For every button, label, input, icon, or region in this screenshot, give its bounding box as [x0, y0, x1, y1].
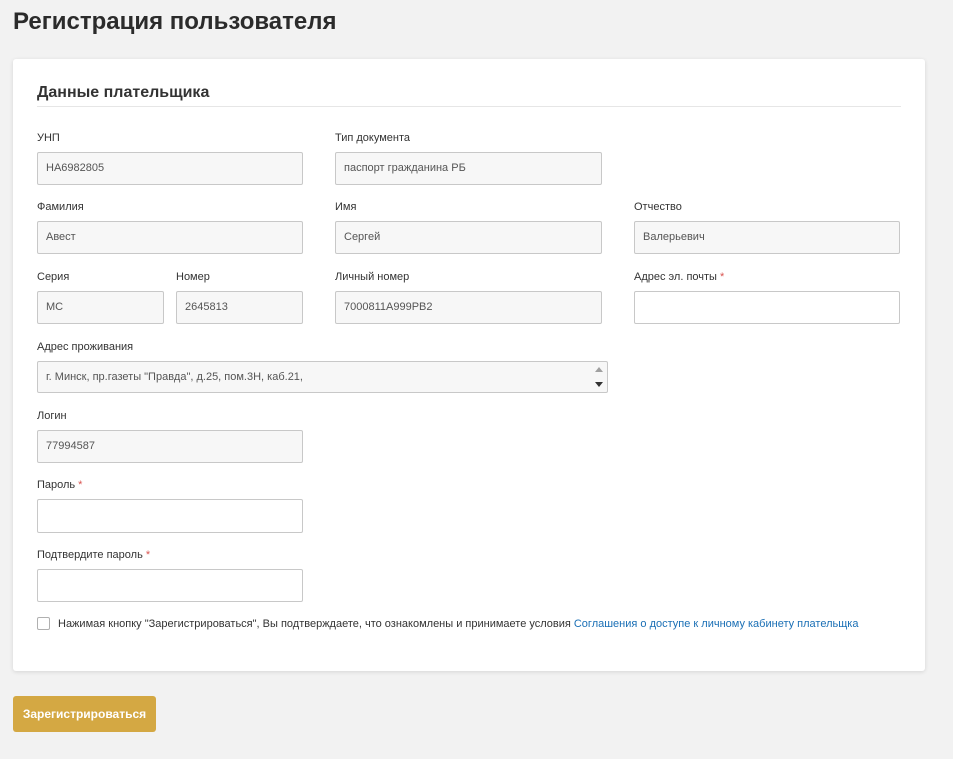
number-label: Номер	[176, 271, 210, 283]
unp-field: УНП НА6982805	[37, 131, 303, 185]
first-name-field: Имя Сергей	[335, 200, 602, 254]
email-label-text: Адрес эл. почты	[634, 271, 717, 283]
scroll-up-icon[interactable]	[594, 367, 603, 372]
doc-type-field: Тип документа паспорт гражданина РБ	[335, 131, 602, 185]
required-mark: *	[719, 271, 725, 283]
last-name-input[interactable]: Авест	[37, 221, 303, 254]
password-field: Пароль *	[37, 478, 303, 533]
section-title: Данные плательщика	[37, 83, 901, 107]
middle-name-label: Отчество	[634, 201, 682, 213]
confirm-password-input[interactable]	[37, 569, 303, 602]
required-mark: *	[145, 549, 151, 561]
registration-form-card: Данные плательщика УНП НА6982805 Тип док…	[13, 59, 925, 671]
doc-type-input[interactable]: паспорт гражданина РБ	[335, 152, 602, 185]
first-name-label: Имя	[335, 201, 357, 213]
personal-number-label: Личный номер	[335, 271, 410, 283]
first-name-input[interactable]: Сергей	[335, 221, 602, 254]
email-label: Адрес эл. почты *	[634, 270, 900, 284]
series-label: Серия	[37, 271, 70, 283]
email-field: Адрес эл. почты *	[634, 270, 900, 324]
agreement-text: Нажимая кнопку "Зарегистрироваться", Вы …	[58, 617, 571, 630]
agreement-checkbox[interactable]	[37, 617, 50, 630]
address-value: г. Минск, пр.газеты "Правда", д.25, пом.…	[46, 371, 303, 383]
personal-number-input[interactable]: 7000811А999РВ2	[335, 291, 602, 324]
number-field: Номер 2645813	[176, 270, 303, 324]
last-name-field: Фамилия Авест	[37, 200, 303, 254]
login-field: Логин 77994587	[37, 409, 303, 463]
textarea-scrollbar[interactable]	[592, 364, 605, 390]
address-textarea[interactable]: г. Минск, пр.газеты "Правда", д.25, пом.…	[37, 361, 608, 393]
series-field: Серия МС	[37, 270, 164, 324]
email-input[interactable]	[634, 291, 900, 324]
login-input[interactable]: 77994587	[37, 430, 303, 463]
address-field: Адрес проживания г. Минск, пр.газеты "Пр…	[37, 340, 608, 393]
register-button[interactable]: Зарегистрироваться	[13, 696, 156, 732]
middle-name-input[interactable]: Валерьевич	[634, 221, 900, 254]
password-label: Пароль *	[37, 478, 303, 492]
agreement-row: Нажимая кнопку "Зарегистрироваться", Вы …	[37, 617, 858, 630]
unp-label: УНП	[37, 132, 60, 144]
scroll-down-icon[interactable]	[594, 382, 603, 387]
doc-type-label: Тип документа	[335, 132, 411, 144]
unp-input[interactable]: НА6982805	[37, 152, 303, 185]
agreement-link[interactable]: Соглашения о доступе к личному кабинету …	[574, 618, 859, 630]
required-mark: *	[78, 479, 83, 491]
series-input[interactable]: МС	[37, 291, 164, 324]
password-label-text: Пароль	[37, 479, 76, 491]
confirm-password-field: Подтвердите пароль *	[37, 548, 303, 602]
confirm-password-label: Подтвердите пароль *	[37, 548, 303, 562]
middle-name-field: Отчество Валерьевич	[634, 200, 900, 254]
number-input[interactable]: 2645813	[176, 291, 303, 324]
confirm-password-label-text: Подтвердите пароль	[37, 549, 143, 561]
last-name-label: Фамилия	[37, 201, 84, 213]
login-label: Логин	[37, 410, 67, 422]
personal-number-field: Личный номер 7000811А999РВ2	[335, 270, 602, 324]
password-input[interactable]	[37, 499, 303, 533]
address-label: Адрес проживания	[37, 341, 134, 353]
page-title: Регистрация пользователя	[13, 8, 337, 35]
